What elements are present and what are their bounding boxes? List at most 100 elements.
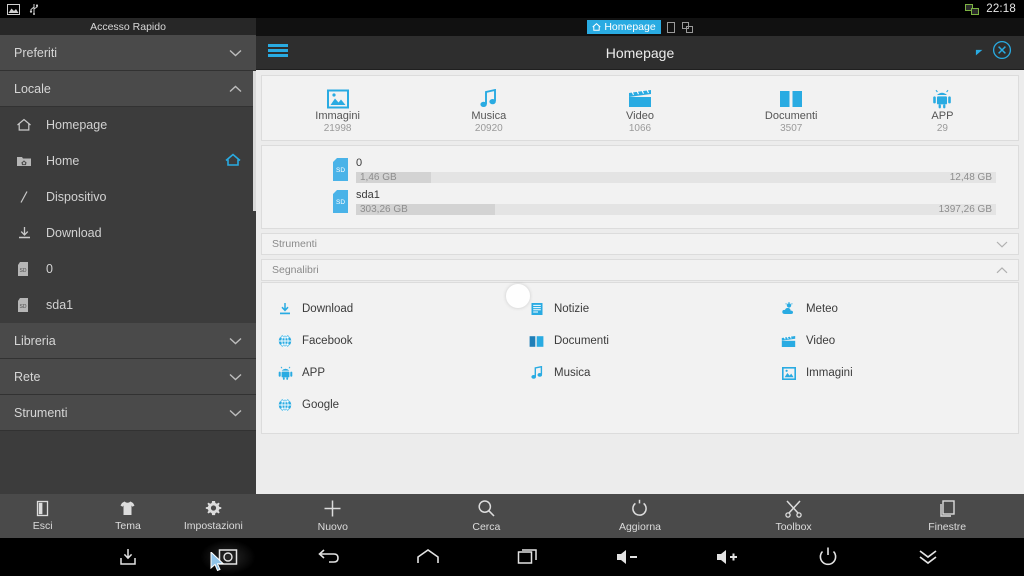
sidebar-group-rete[interactable]: Rete <box>0 359 256 395</box>
device-icon[interactable] <box>667 22 675 33</box>
power-icon[interactable] <box>778 538 878 576</box>
sidebar-item-label: sda1 <box>46 298 73 312</box>
network-device-icon[interactable] <box>682 22 693 33</box>
chevron-down-icon <box>229 334 242 348</box>
main-toolbar: Nuovo Cerca Aggiorna <box>256 494 1024 538</box>
accordion-segnalibri[interactable]: Segnalibri <box>261 259 1019 281</box>
bookmark-musica[interactable]: Musica <box>514 357 766 389</box>
status-bar-clock: 22:18 <box>986 3 1016 15</box>
bookmark-meteo[interactable]: Meteo <box>766 293 1018 325</box>
resize-corner-icon[interactable] <box>974 44 984 62</box>
category-count: 1066 <box>629 123 651 134</box>
shirt-theme-icon <box>119 500 136 517</box>
accordion-strumenti[interactable]: Strumenti <box>261 233 1019 255</box>
bookmark-google[interactable]: Google <box>262 389 514 421</box>
bookmarks-panel: Download Notizie <box>261 282 1019 434</box>
image-icon <box>7 4 20 15</box>
sd-card-icon: SD <box>332 158 351 187</box>
accordion-label: Segnalibri <box>272 264 319 276</box>
music-note-icon <box>528 366 546 380</box>
sidebar-item-home[interactable]: Home <box>0 143 256 179</box>
home-icon[interactable] <box>378 538 478 576</box>
book-icon <box>528 335 546 348</box>
bookmark-notizie[interactable]: Notizie <box>514 293 766 325</box>
bookmarks-grid: Download Notizie <box>262 293 1018 421</box>
toolbar-label: Nuovo <box>318 521 348 533</box>
sidebar-item-homepage[interactable]: Homepage <box>0 107 256 143</box>
tab-homepage[interactable]: Homepage <box>587 20 660 34</box>
volume-down-icon[interactable] <box>578 538 678 576</box>
sidebar-item-download[interactable]: Download <box>0 215 256 251</box>
screenshot-save-icon[interactable] <box>78 538 178 576</box>
chevron-up-icon <box>996 261 1008 279</box>
bookmark-facebook[interactable]: Facebook <box>262 325 514 357</box>
touch-ripple-indicator <box>505 283 531 309</box>
close-circle-icon[interactable] <box>992 40 1012 65</box>
sidebar-tool-tema[interactable]: Tema <box>85 500 170 532</box>
category-count: 3507 <box>780 123 802 134</box>
toolbar-label: Aggiorna <box>619 521 661 533</box>
sidebar-group-label: Strumenti <box>14 406 68 420</box>
chevron-down-icon <box>229 370 242 384</box>
category-musica[interactable]: Musica 20920 <box>413 76 564 140</box>
category-immagini[interactable]: Immagini 21998 <box>262 76 413 140</box>
bookmark-label: Immagini <box>806 367 853 379</box>
toolbar-nuovo[interactable]: Nuovo <box>256 499 410 533</box>
bookmark-documenti[interactable]: Documenti <box>514 325 766 357</box>
sidebar-tool-esci[interactable]: Esci <box>0 500 85 532</box>
home-outline-icon <box>14 118 34 132</box>
sidebar-item-label: Homepage <box>46 118 107 132</box>
toolbar-finestre[interactable]: Finestre <box>870 499 1024 533</box>
sidebar-item-sda1[interactable]: SD sda1 <box>0 287 256 323</box>
plus-icon <box>323 499 342 518</box>
bookmark-app[interactable]: APP <box>262 357 514 389</box>
hamburger-menu-icon[interactable] <box>268 43 288 63</box>
sidebar-group-label: Rete <box>14 370 40 384</box>
category-label: Video <box>626 110 654 122</box>
category-documenti[interactable]: Documenti 3507 <box>716 76 867 140</box>
main-title-bar: Homepage <box>256 36 1024 70</box>
bookmark-video[interactable]: Video <box>766 325 1018 357</box>
category-app[interactable]: APP 29 <box>867 76 1018 140</box>
home-small-icon <box>592 23 601 31</box>
chevron-down-icon <box>229 406 242 420</box>
storage-used: 303,26 GB <box>360 203 408 216</box>
bookmark-label: Video <box>806 335 835 347</box>
toolbar-toolbox[interactable]: Toolbox <box>717 499 871 533</box>
screenshot-icon[interactable] <box>178 538 278 576</box>
storage-row[interactable]: SD sda1 303,26 GB 1397,26 GB <box>262 186 1018 218</box>
back-icon[interactable] <box>278 538 378 576</box>
svg-text:SD: SD <box>20 268 27 274</box>
storage-total: 12,48 GB <box>950 171 992 184</box>
chevron-up-icon <box>229 82 242 96</box>
search-icon <box>477 499 496 518</box>
category-label: Musica <box>471 110 506 122</box>
toolbar-cerca[interactable]: Cerca <box>410 499 564 533</box>
sidebar-group-locale[interactable]: Locale <box>0 71 256 107</box>
recents-icon[interactable] <box>478 538 578 576</box>
sidebar-group-label: Locale <box>14 82 51 96</box>
sidebar-item-0[interactable]: SD 0 <box>0 251 256 287</box>
home-badge-icon[interactable] <box>224 153 242 170</box>
category-video[interactable]: Video 1066 <box>564 76 715 140</box>
book-icon <box>779 89 803 109</box>
sidebar-group-preferiti[interactable]: Preferiti <box>0 35 256 71</box>
storage-used: 1,46 GB <box>360 171 397 184</box>
sidebar-tool-label: Esci <box>33 520 53 532</box>
toolbar-aggiorna[interactable]: Aggiorna <box>563 499 717 533</box>
chevron-down-icon <box>229 46 242 60</box>
svg-text:SD: SD <box>336 199 345 206</box>
volume-up-icon[interactable] <box>678 538 778 576</box>
sidebar-scroll-area: Preferiti Locale Homepage <box>0 35 256 477</box>
sd-card-icon: SD <box>332 190 351 219</box>
bookmark-immagini[interactable]: Immagini <box>766 357 1018 389</box>
sidebar-item-dispositivo[interactable]: Dispositivo <box>0 179 256 215</box>
storage-row[interactable]: SD 0 1,46 GB 12,48 GB <box>262 154 1018 186</box>
bookmark-download[interactable]: Download <box>262 293 514 325</box>
sidebar-group-libreria[interactable]: Libreria <box>0 323 256 359</box>
sidebar-group-strumenti[interactable]: Strumenti <box>0 395 256 431</box>
hide-navbar-icon[interactable] <box>878 538 978 576</box>
android-icon <box>932 89 952 109</box>
storage-name: sda1 <box>356 189 996 202</box>
sidebar-tool-impostazioni[interactable]: Impostazioni <box>171 500 256 532</box>
